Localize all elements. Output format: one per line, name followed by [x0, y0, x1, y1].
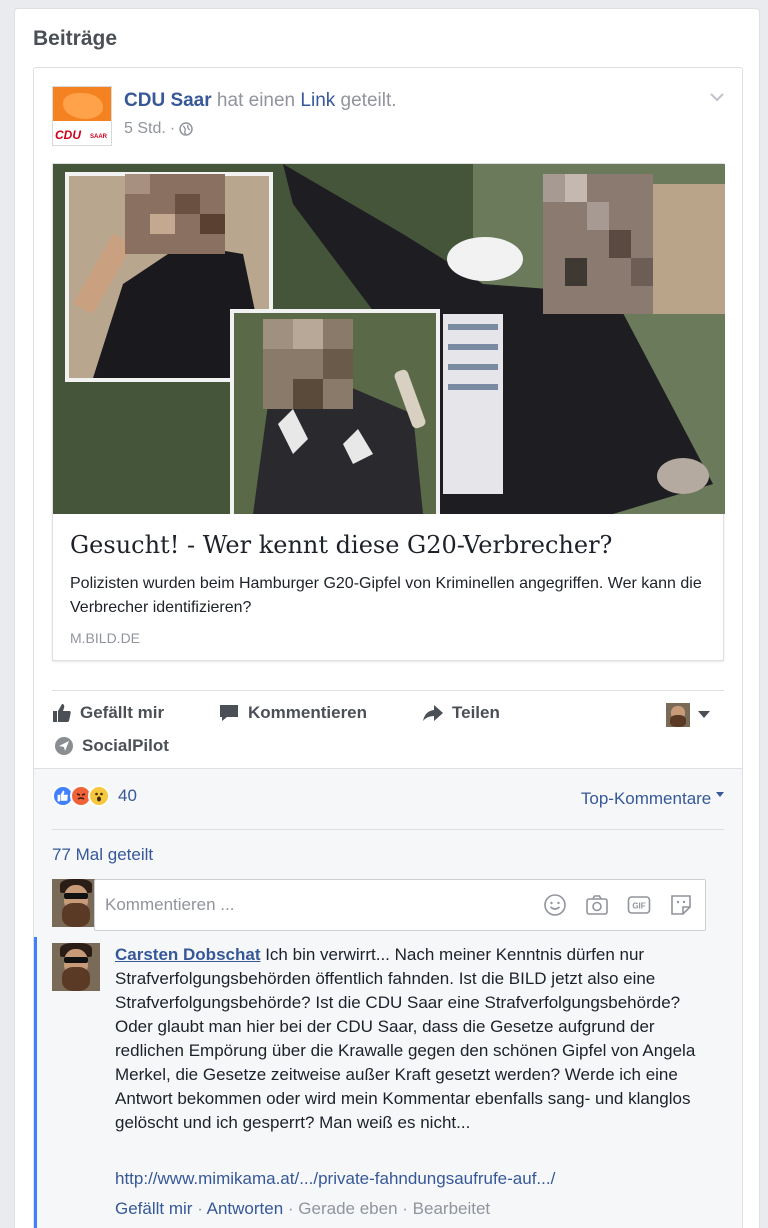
commenter-avatar[interactable]: [52, 943, 100, 991]
logo-subtext: SAAR: [89, 134, 107, 140]
comment-actions: Gefällt mir · Antworten · Gerade eben · …: [115, 1199, 491, 1218]
comment-reply-link[interactable]: Antworten: [207, 1199, 284, 1218]
link-title[interactable]: Gesucht! - Wer kennt diese G20-Verbreche…: [70, 531, 612, 559]
share-count[interactable]: 77 Mal geteilt: [52, 845, 153, 865]
share-button[interactable]: Teilen: [422, 703, 500, 723]
top-comments-label: Top-Kommentare: [580, 789, 712, 808]
link-word[interactable]: Link: [300, 90, 335, 111]
logo-map-shape: [63, 93, 103, 119]
feedback-section: 40 Top-Kommentare 77 Mal geteilt GIF: [34, 768, 742, 1228]
reaction-count[interactable]: 40: [118, 786, 137, 806]
comment-like-link[interactable]: Gefällt mir: [115, 1199, 192, 1218]
posts-panel: Beiträge CDU SAAR CDU Saar hat einen Lin…: [14, 8, 760, 1228]
page-name-link[interactable]: CDU Saar: [124, 90, 212, 111]
photo-collage: [53, 164, 725, 514]
comment-input-box[interactable]: GIF: [94, 879, 706, 931]
camera-icon[interactable]: [585, 893, 609, 917]
user-avatar[interactable]: [52, 879, 100, 927]
caret-down-icon: [716, 792, 724, 797]
post-time[interactable]: 5 Std.: [124, 120, 166, 138]
link-preview-image: [53, 164, 725, 514]
comment-icon: [220, 705, 238, 721]
gif-icon[interactable]: GIF: [627, 893, 651, 917]
post-actions: Gefällt mir Kommentieren Teilen SocialPi…: [52, 690, 724, 772]
action-text-1: hat einen: [211, 90, 301, 111]
comment-item: Carsten Dobschat Ich bin verwirrt... Nac…: [34, 937, 742, 1228]
socialpilot-label: SocialPilot: [82, 736, 169, 755]
link-preview-card[interactable]: Gesucht! - Wer kennt diese G20-Verbreche…: [52, 163, 725, 661]
like-button[interactable]: Gefällt mir: [52, 703, 164, 723]
sticker-icon[interactable]: [669, 893, 693, 917]
link-domain: M.BILD.DE: [70, 630, 141, 646]
selector-avatar: [666, 703, 690, 727]
comment-url-link[interactable]: http://www.mimikama.at/.../private-fahnd…: [115, 1169, 555, 1189]
post-header: CDU Saar hat einen Link geteilt.: [124, 90, 397, 112]
globe-icon: [179, 122, 193, 136]
section-title: Beiträge: [33, 27, 118, 50]
logo-text: CDU: [55, 128, 81, 142]
comment-body: Carsten Dobschat Ich bin verwirrt... Nac…: [115, 943, 715, 1135]
divider: [52, 829, 724, 830]
thumbs-up-icon: [53, 704, 71, 722]
link-description: Polizisten wurden beim Hamburger G20-Gip…: [70, 575, 702, 616]
comment-input-icons: GIF: [543, 893, 693, 917]
comment-time[interactable]: Gerade eben: [298, 1199, 397, 1218]
page-avatar[interactable]: CDU SAAR: [52, 86, 112, 146]
comment-edited[interactable]: Bearbeitet: [413, 1199, 491, 1218]
share-label: Teilen: [452, 703, 500, 722]
comment-text: Ich bin verwirrt... Nach meiner Kenntnis…: [115, 945, 696, 1132]
post-as-selector[interactable]: [666, 703, 710, 727]
post-meta: 5 Std. ·: [124, 120, 193, 138]
action-text-2: geteilt.: [335, 90, 397, 111]
caret-down-icon: [698, 711, 710, 718]
comment-button[interactable]: Kommentieren: [218, 703, 367, 723]
wow-reaction-icon: [88, 785, 110, 807]
chevron-down-icon[interactable]: [706, 86, 728, 108]
share-arrow-icon: [423, 705, 443, 721]
comment-input[interactable]: [105, 895, 525, 915]
comment-label: Kommentieren: [248, 703, 368, 722]
socialpilot-icon: [55, 737, 73, 755]
socialpilot-button[interactable]: SocialPilot: [54, 736, 169, 756]
post-card: CDU SAAR CDU Saar hat einen Link geteilt…: [33, 67, 743, 1228]
top-comments-dropdown[interactable]: Top-Kommentare: [581, 789, 724, 809]
svg-text:GIF: GIF: [632, 902, 645, 911]
reaction-summary[interactable]: 40: [52, 785, 137, 807]
like-label: Gefällt mir: [80, 703, 165, 722]
emoji-icon[interactable]: [543, 893, 567, 917]
meta-separator: ·: [169, 120, 176, 137]
comment-author[interactable]: Carsten Dobschat: [115, 945, 260, 964]
